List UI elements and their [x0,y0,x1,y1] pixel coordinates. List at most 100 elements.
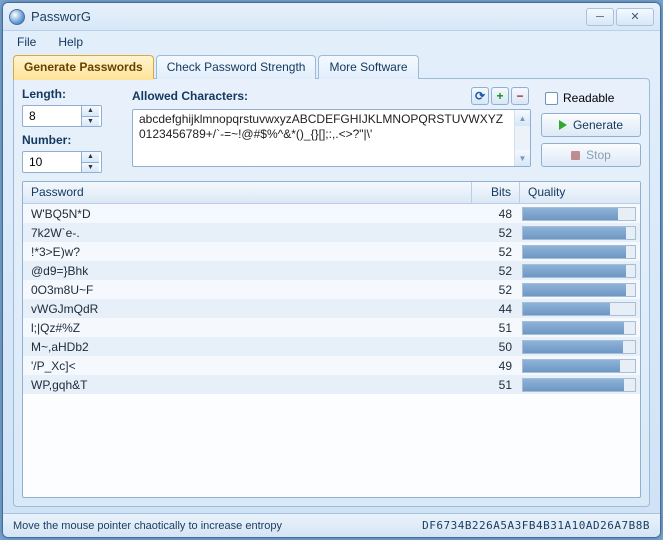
length-input[interactable] [23,106,81,126]
tab-check-strength[interactable]: Check Password Strength [156,55,317,79]
cell-bits: 51 [472,319,520,337]
cell-quality [520,300,640,318]
cell-quality [520,262,640,280]
stop-button-label: Stop [586,148,611,162]
cell-quality [520,376,640,394]
allowed-chars-box[interactable]: abcdefghijklmnopqrstuvwxyzABCDEFGHIJKLMN… [132,109,531,167]
cell-bits: 51 [472,376,520,394]
cell-password: !*3>E)w? [23,243,472,261]
quality-fill [523,341,623,353]
table-row[interactable]: W'BQ5N*D48 [23,204,640,223]
table-row[interactable]: 0O3m8U~F52 [23,280,640,299]
tab-strip: Generate Passwords Check Password Streng… [3,55,660,79]
scroll-track[interactable] [515,126,530,150]
scroll-up-icon[interactable]: ▲ [515,110,530,126]
cell-password: 7k2W`e-. [23,224,472,242]
entropy-hash: DF6734B226A5A3FB4B31A10AD26A7B8B [422,519,650,532]
reset-chars-icon[interactable]: ⟳ [471,87,489,105]
cell-bits: 49 [472,357,520,375]
length-spinner[interactable]: ▲ ▼ [22,105,102,127]
cell-password: vWGJmQdR [23,300,472,318]
table-row[interactable]: M~,aHDb250 [23,337,640,356]
number-spin-down[interactable]: ▼ [82,163,99,173]
cell-quality [520,243,640,261]
tab-check-label: Check Password Strength [167,60,306,74]
results-body: W'BQ5N*D487k2W`e-.52!*3>E)w?52@d9=}Bhk52… [23,204,640,497]
number-input[interactable] [23,152,81,172]
close-button[interactable]: ✕ [616,8,654,26]
length-spin-up[interactable]: ▲ [82,106,99,117]
table-row[interactable]: @d9=}Bhk52 [23,261,640,280]
quality-bar [522,264,636,278]
quality-bar [522,283,636,297]
allowed-scrollbar[interactable]: ▲ ▼ [514,110,530,166]
table-row[interactable]: !*3>E)w?52 [23,242,640,261]
minimize-button[interactable]: ─ [586,8,614,26]
status-hint: Move the mouse pointer chaotically to in… [13,520,282,532]
length-label: Length: [22,87,122,101]
quality-bar [522,245,636,259]
allowed-label: Allowed Characters: [132,89,248,103]
table-row[interactable]: '/P_Xc]<49 [23,356,640,375]
col-header-quality[interactable]: Quality [520,182,640,203]
cell-bits: 44 [472,300,520,318]
remove-chars-icon[interactable]: − [511,87,529,105]
length-spin-down[interactable]: ▼ [82,117,99,127]
stop-button[interactable]: Stop [541,143,641,167]
cell-bits: 52 [472,262,520,280]
allowed-chars-text[interactable]: abcdefghijklmnopqrstuvwxyzABCDEFGHIJKLMN… [133,110,514,166]
menu-file[interactable]: File [13,33,40,51]
tab-more-label: More Software [329,60,407,74]
scroll-down-icon[interactable]: ▼ [515,150,530,166]
readable-label: Readable [563,91,614,105]
quality-bar [522,340,636,354]
quality-fill [523,303,610,315]
generate-button[interactable]: Generate [541,113,641,137]
app-icon [9,9,25,25]
tab-generate-label: Generate Passwords [24,60,143,74]
readable-checkbox[interactable] [545,92,558,105]
add-chars-icon[interactable]: + [491,87,509,105]
table-row[interactable]: 7k2W`e-.52 [23,223,640,242]
quality-bar [522,226,636,240]
col-header-password[interactable]: Password [23,182,472,203]
cell-bits: 52 [472,243,520,261]
quality-fill [523,208,618,220]
cell-bits: 50 [472,338,520,356]
menu-help[interactable]: Help [54,33,87,51]
results-table: Password Bits Quality W'BQ5N*D487k2W`e-.… [22,181,641,498]
status-bar: Move the mouse pointer chaotically to in… [3,513,660,537]
cell-quality [520,281,640,299]
cell-password: @d9=}Bhk [23,262,472,280]
cell-quality [520,338,640,356]
quality-bar [522,378,636,392]
cell-bits: 52 [472,224,520,242]
tab-more-software[interactable]: More Software [318,55,418,79]
col-header-bits[interactable]: Bits [472,182,520,203]
quality-bar [522,207,636,221]
quality-fill [523,227,626,239]
quality-fill [523,246,626,258]
cell-bits: 48 [472,205,520,223]
table-row[interactable]: l;|Qz#%Z51 [23,318,640,337]
quality-fill [523,322,624,334]
menu-bar: File Help [3,31,660,55]
readable-option[interactable]: Readable [541,89,641,107]
table-row[interactable]: WP,gqh&T51 [23,375,640,394]
tab-panel-generate: Length: ▲ ▼ Number: ▲ [13,78,650,507]
app-window: PassworG ─ ✕ File Help Generate Password… [2,2,661,538]
tab-generate[interactable]: Generate Passwords [13,55,154,79]
cell-quality [520,357,640,375]
quality-fill [523,265,626,277]
play-icon [559,120,567,130]
cell-password: WP,gqh&T [23,376,472,394]
cell-quality [520,205,640,223]
number-spin-up[interactable]: ▲ [82,152,99,163]
quality-fill [523,379,624,391]
cell-password: W'BQ5N*D [23,205,472,223]
cell-password: '/P_Xc]< [23,357,472,375]
quality-fill [523,360,620,372]
cell-quality [520,319,640,337]
number-spinner[interactable]: ▲ ▼ [22,151,102,173]
table-row[interactable]: vWGJmQdR44 [23,299,640,318]
